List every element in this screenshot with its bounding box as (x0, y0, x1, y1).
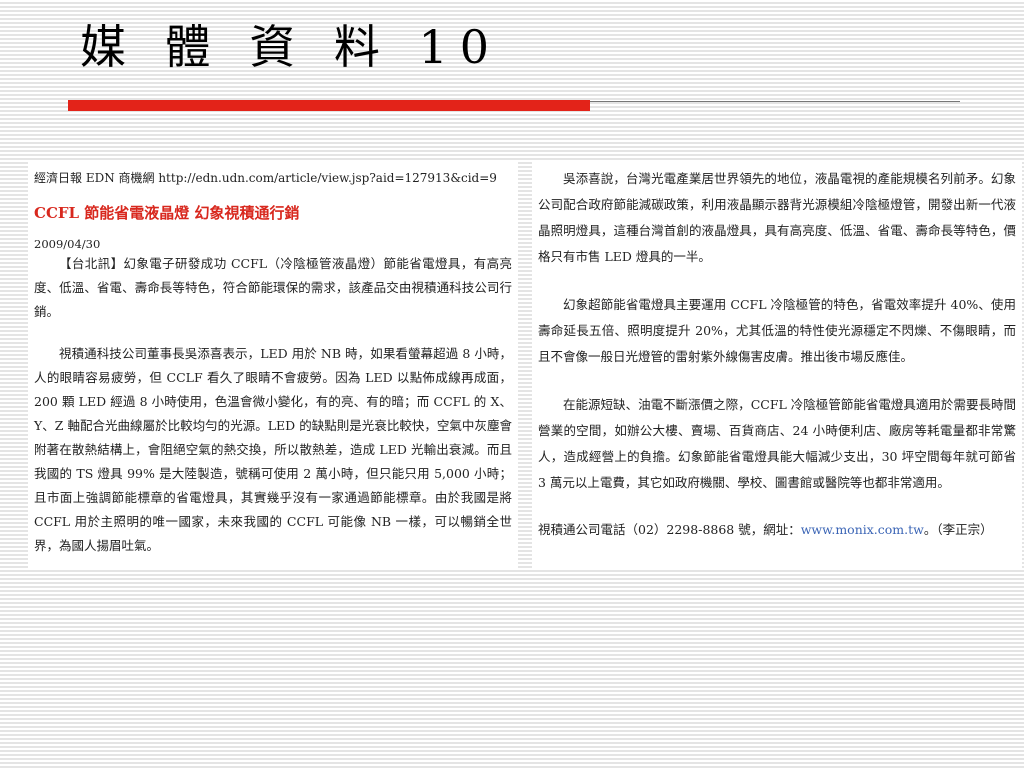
article-contact: 視積通公司電話（02）2298-8868 號，網址：www.monix.com.… (538, 518, 1016, 542)
article-source: 經濟日報 EDN 商機網 http://edn.udn.com/article/… (34, 171, 497, 185)
article-paragraph: 吳添喜說，台灣光電產業居世界領先的地位，液晶電視的產能規模名列前矛。幻象公司配合… (538, 171, 1016, 264)
website-link[interactable]: www.monix.com.tw (801, 522, 924, 537)
news-clipping-left: 經濟日報 EDN 商機網 http://edn.udn.com/article/… (28, 162, 518, 570)
article-paragraph: 在能源短缺、油電不斷漲價之際，CCFL 冷陰極管節能省電燈具適用於需要長時間營業… (538, 397, 1016, 490)
title-accent-bar (68, 100, 590, 111)
article-paragraph: 【台北訊】幻象電子研發成功 CCFL（冷陰極管液晶燈）節能省電燈具，有高亮度、低… (34, 256, 512, 319)
article-headline: CCFL 節能省電液晶燈 幻象視積通行銷 (34, 204, 300, 222)
author-credit: 。（李正宗） (923, 522, 993, 537)
news-clipping-right: 吳添喜說，台灣光電產業居世界領先的地位，液晶電視的產能規模名列前矛。幻象公司配合… (532, 162, 1022, 570)
article-paragraph: 幻象超節能省電燈具主要運用 CCFL 冷陰極管的特色，省電效率提升 40%、使用… (538, 297, 1016, 364)
slide-title: 媒 體 資 料 10 (80, 20, 502, 74)
article-paragraph: 視積通科技公司董事長吳添喜表示，LED 用於 NB 時，如果看螢幕超過 8 小時… (34, 346, 512, 553)
article-date: 2009/04/30 (34, 237, 101, 251)
title-divider-line (590, 101, 960, 102)
contact-phone: 視積通公司電話（02）2298-8868 號，網址： (538, 522, 801, 537)
